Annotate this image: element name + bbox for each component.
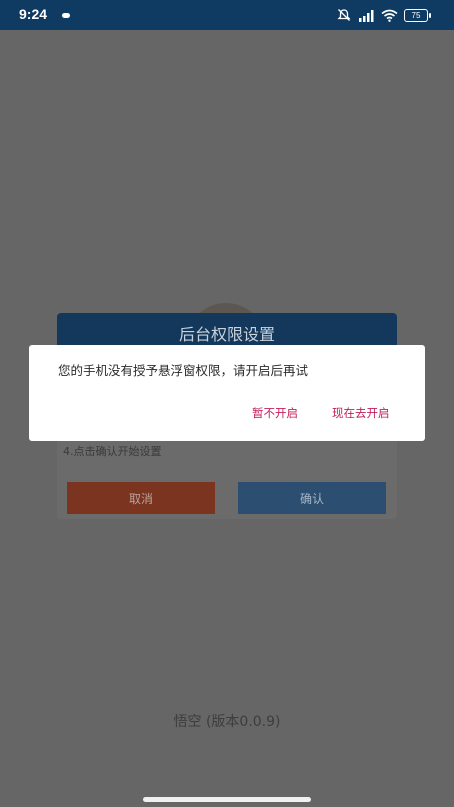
alert-message: 您的手机没有授予悬浮窗权限，请开启后再试 <box>58 363 309 378</box>
allow-button[interactable]: 现在去开启 <box>332 405 390 421</box>
background-confirm-button: 确认 <box>238 482 386 514</box>
home-indicator[interactable] <box>143 797 311 802</box>
app-version-label: 悟空 (版本0.0.9) <box>173 714 281 730</box>
notification-dot-icon <box>62 13 70 18</box>
background-dialog-step: 4.点击确认开始设置 <box>63 445 162 458</box>
signal-icon <box>359 9 374 22</box>
status-time: 9:24 <box>19 6 48 22</box>
deny-button[interactable]: 暂不开启 <box>252 405 298 421</box>
wifi-icon <box>381 9 398 22</box>
status-bar: 9:24 75 <box>0 0 454 30</box>
battery-icon: 75 <box>404 8 431 22</box>
background-cancel-button: 取消 <box>67 482 215 514</box>
status-icons: 75 <box>337 7 431 23</box>
mute-bell-icon <box>337 9 351 21</box>
overlay-permission-alert: 您的手机没有授予悬浮窗权限，请开启后再试 暂不开启 现在去开启 <box>29 345 425 441</box>
